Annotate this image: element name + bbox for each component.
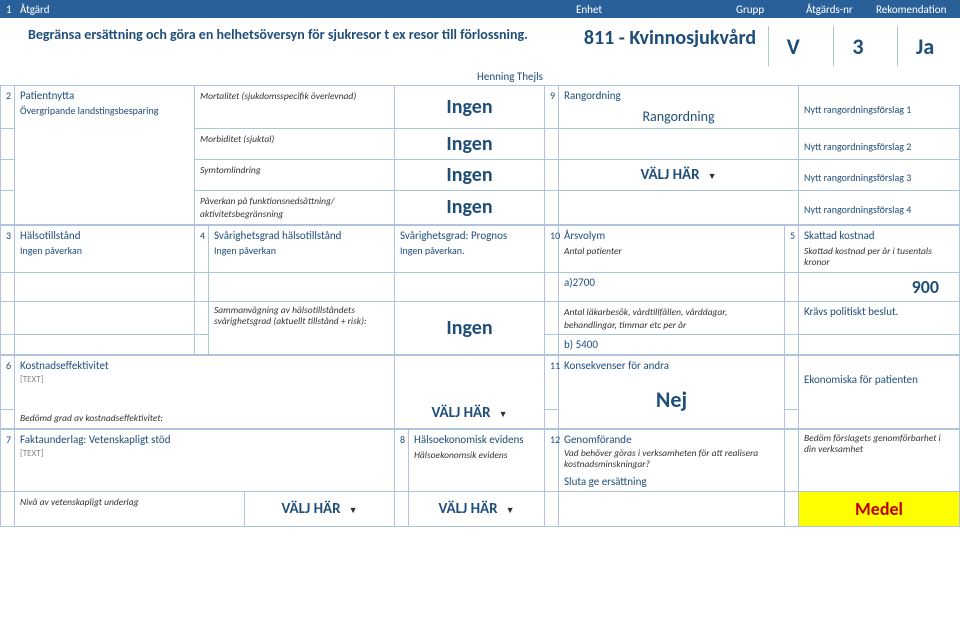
num-8: 8 bbox=[395, 429, 409, 491]
skattad-sub: Skattad kostnad per år i tusentals krono… bbox=[804, 246, 954, 269]
arsvolym-sub2: Antal läkarbesök, vårdtillfällen, vårdda… bbox=[564, 306, 727, 331]
morbiditet-value[interactable]: Ingen bbox=[446, 132, 492, 156]
num-10: 10 bbox=[545, 225, 559, 272]
header-atgard: Åtgärd bbox=[14, 3, 570, 16]
atgardsnr-value: 3 bbox=[833, 26, 881, 66]
genomforande-q: Vad behöver göras i verksamheten för att… bbox=[564, 448, 779, 471]
num-5: 5 bbox=[785, 225, 799, 272]
row-label-symtom: Symtomlindring bbox=[200, 164, 261, 176]
rangordning-title: Rangordning bbox=[564, 89, 793, 102]
title-row: Begränsa ersättning och göra en helhetsö… bbox=[0, 18, 960, 70]
header-grupp: Grupp bbox=[730, 3, 800, 16]
num-12: 12 bbox=[545, 429, 559, 491]
rekommendation-value: Ja bbox=[897, 26, 952, 66]
genomforande-right: Bedöm förslagets genomförbarhet i din ve… bbox=[804, 433, 954, 456]
faktaunderlag-footer: Nivå av vetenskapligt underlag bbox=[20, 496, 139, 508]
num-2: 2 bbox=[1, 86, 15, 129]
num-4: 4 bbox=[195, 225, 209, 272]
row-3-4-10-5: 3 Hälsotillstånd Ingen påverkan 4 Svårig… bbox=[0, 225, 960, 356]
vgr-sub: Henning Thejls bbox=[477, 70, 543, 83]
kostnadseff-body: [TEXT] bbox=[20, 374, 389, 385]
header-atgardsnr: Åtgärds-nr bbox=[800, 3, 870, 16]
page-title: Begränsa ersättning och göra en helhetsö… bbox=[0, 26, 580, 66]
v3ja-group: V 3 Ja bbox=[760, 26, 960, 66]
kostnadseff-footer: Bedömd grad av kostnadseffektivitet: bbox=[20, 413, 389, 424]
genomforande-ans: Sluta ge ersättning bbox=[564, 475, 779, 488]
prognos-title: Svårighetsgrad: Prognos bbox=[400, 229, 539, 242]
arsvolym-b: b) 5400 bbox=[564, 338, 598, 351]
row-label-funktion: Påverkan på funktionsnedsättning/ aktivi… bbox=[200, 195, 335, 220]
header-num: 1 bbox=[0, 3, 14, 16]
grupp-value: V bbox=[768, 26, 818, 66]
svarighetsgrad-val: Ingen påverkan bbox=[214, 244, 389, 257]
mortalitet-value[interactable]: Ingen bbox=[446, 95, 492, 119]
prognos-val: Ingen påverkan. bbox=[400, 244, 539, 257]
skattad-value: 900 bbox=[912, 276, 939, 298]
header-row: 1 Åtgärd Enhet Grupp Åtgärds-nr Rekomend… bbox=[0, 0, 960, 18]
nyt1: Nytt rangordningsförslag 1 bbox=[799, 86, 960, 129]
row-7-8-12: 7 Faktaunderlag: Vetenskapligt stöd [TEX… bbox=[0, 429, 960, 527]
num-3: 3 bbox=[1, 225, 15, 272]
medel-box[interactable]: Medel bbox=[799, 492, 959, 526]
nyt4: Nytt rangordningsförslag 4 bbox=[799, 191, 960, 225]
halsoekonomisk-sub: Hälsoekonomsik evidens bbox=[414, 450, 539, 461]
valj-har-kostnadseff[interactable]: VÄLJ HÄR bbox=[431, 404, 507, 422]
politiskt-note: Krävs politiskt beslut. bbox=[804, 305, 898, 318]
arsvolym-sub1: Antal patienter bbox=[564, 246, 779, 257]
num-6: 6 bbox=[1, 356, 15, 410]
sammanvagning-value[interactable]: Ingen bbox=[446, 316, 492, 340]
faktaunderlag-body: [TEXT] bbox=[20, 448, 389, 459]
sammanvagning-label: Sammanvägning av hälsotillståndets svåri… bbox=[214, 305, 389, 328]
nyt3: Nytt rangordningsförslag 3 bbox=[799, 160, 960, 191]
row-label-mortalitet: Mortalitet (sjukdomsspecifik överlevnad) bbox=[200, 90, 356, 102]
konsekvenser-note: Ekonomiska för patienten bbox=[804, 373, 954, 386]
header-enhet: Enhet bbox=[570, 3, 730, 16]
num-7: 7 bbox=[1, 429, 15, 491]
valj-har-dropdown-rang[interactable]: VÄLJ HÄR bbox=[640, 166, 716, 184]
header-rek: Rekomendation bbox=[870, 3, 960, 16]
num-11: 11 bbox=[545, 356, 559, 410]
svarighetsgrad-title: Svårighetsgrad hälsotillstånd bbox=[214, 229, 389, 242]
row-label-morbiditet: Morbiditet (sjuktal) bbox=[200, 133, 274, 145]
kostnadseff-title: Kostnadseffektivitet bbox=[20, 359, 389, 372]
valj-har-halsoek[interactable]: VÄLJ HÄR bbox=[438, 500, 514, 518]
funktion-value[interactable]: Ingen bbox=[446, 195, 492, 219]
arsvolym-a: a)2700 bbox=[564, 276, 595, 289]
num-9: 9 bbox=[545, 86, 559, 129]
skattad-title: Skattad kostnad bbox=[804, 229, 954, 242]
halsoekonomisk-title: Hälsoekonomisk evidens bbox=[414, 433, 539, 446]
konsekvenser-value[interactable]: Nej bbox=[564, 386, 779, 413]
section-2-9: 2 Patientnytta Övergripande landstingsbe… bbox=[0, 85, 960, 225]
row-6-11: 6 Kostnadseffektivitet [TEXT] Bedömd gra… bbox=[0, 355, 960, 428]
halsotillstand-title: Hälsotillstånd bbox=[20, 229, 189, 242]
vgr-title: 811 - Kvinnosjukvård bbox=[580, 26, 760, 50]
rangordning-label: Rangordning bbox=[564, 108, 793, 125]
halsotillstand-val: Ingen påverkan bbox=[20, 244, 189, 257]
patientnytta-sub: Övergripande landstingsbesparing bbox=[20, 104, 189, 117]
patientnytta-title: Patientnytta bbox=[20, 89, 189, 102]
konsekvenser-title: Konsekvenser för andra bbox=[564, 359, 779, 372]
genomforande-title: Genomförande bbox=[564, 433, 779, 446]
arsvolym-title: Årsvolym bbox=[564, 229, 779, 242]
nyt2: Nytt rangordningsförslag 2 bbox=[799, 129, 960, 160]
symtom-value[interactable]: Ingen bbox=[446, 163, 492, 187]
faktaunderlag-title: Faktaunderlag: Vetenskapligt stöd bbox=[20, 433, 389, 446]
vgr-box: 811 - Kvinnosjukvård bbox=[580, 26, 760, 66]
valj-har-fakta[interactable]: VÄLJ HÄR bbox=[281, 500, 357, 518]
